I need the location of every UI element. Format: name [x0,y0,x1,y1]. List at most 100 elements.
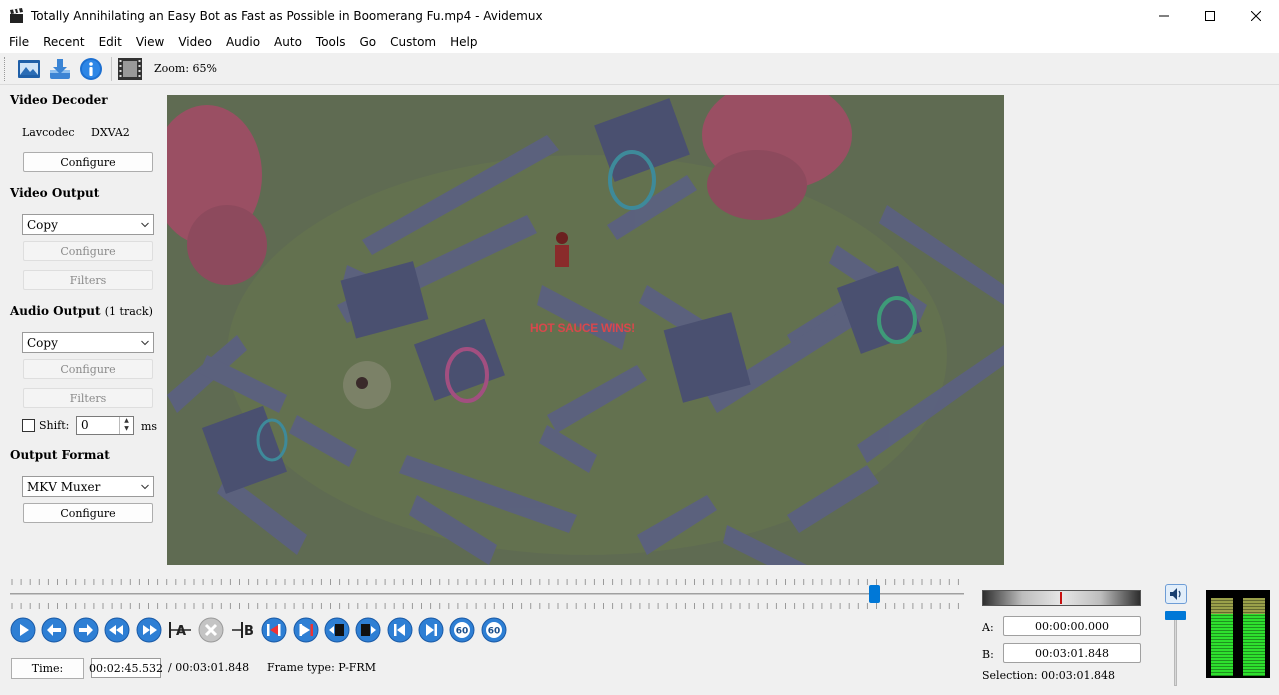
video-filters-button[interactable]: Filters [23,270,153,290]
total-time: / 00:03:01.848 [168,661,250,674]
chevron-down-icon [141,340,149,346]
timeline-ticks-top [11,579,959,585]
minimize-button[interactable] [1141,0,1187,31]
menu-recent[interactable]: Recent [36,31,91,53]
output-format-select[interactable]: MKV Muxer [22,476,154,497]
forward-60-label: 60 [488,627,501,637]
forward-60-seconds-button[interactable]: 60 [481,617,507,643]
chevron-down-icon [141,484,149,490]
decoder-configure-button[interactable]: Configure [23,152,153,172]
set-marker-a-button[interactable]: A [167,617,193,643]
back-60-seconds-button[interactable]: 60 [449,617,475,643]
time-button[interactable]: Time: [11,658,84,679]
go-to-first-frame-icon [387,617,413,643]
delete-selection-icon [198,617,224,643]
maximize-button[interactable] [1187,0,1233,31]
open-video-button[interactable] [16,56,42,82]
video-configure-button[interactable]: Configure [23,241,153,261]
set-marker-b-icon: B [231,622,254,639]
marker-b-field[interactable]: 00:03:01.848 [1003,643,1141,663]
previous-keyframe-button[interactable] [104,617,130,643]
go-to-first-frame-button[interactable] [387,617,413,643]
output-format-selected: MKV Muxer [27,479,101,494]
shift-spinbox[interactable]: 0 ▲ ▼ [76,416,134,435]
audio-track-count: (1 track) [104,305,153,318]
close-button[interactable] [1233,0,1279,31]
right-channel-meter [1243,598,1265,676]
marker-a-label: A: [982,621,994,634]
video-output-title: Video Output [10,186,100,200]
title-bar: Totally Annihilating an Easy Bot as Fast… [0,0,1279,31]
menu-custom[interactable]: Custom [383,31,443,53]
frame-filmstrip-icon [118,57,142,80]
set-marker-b-button[interactable]: B [230,617,256,643]
audio-output-select[interactable]: Copy [22,332,154,353]
toolbar-separator [111,56,112,81]
frame-filmstrip-button[interactable] [117,56,143,82]
menu-audio[interactable]: Audio [219,31,267,53]
back-60-label: 60 [456,627,469,637]
back-60-seconds-icon: 60 [449,617,475,643]
go-to-marker-a-button[interactable] [261,617,287,643]
audio-output-title: Audio Output (1 track) [10,304,153,318]
menu-video[interactable]: Video [171,31,219,53]
play-button[interactable] [10,617,36,643]
volume-button[interactable] [1165,584,1187,604]
decoder-hw: DXVA2 [91,126,130,139]
go-to-marker-b-button[interactable] [293,617,319,643]
previous-frame-button[interactable] [41,617,67,643]
left-panel: Video Decoder Lavcodec DXVA2 Configure V… [0,86,162,566]
previous-black-frame-button[interactable] [324,617,350,643]
next-frame-button[interactable] [73,617,99,643]
next-black-frame-icon [355,617,381,643]
next-keyframe-icon [136,617,162,643]
video-output-select[interactable]: Copy [22,214,154,235]
volume-slider-track[interactable] [1174,613,1177,686]
menu-file[interactable]: File [2,31,36,53]
timeline-ticks-bottom [11,603,959,609]
next-black-frame-button[interactable] [355,617,381,643]
format-configure-button[interactable]: Configure [23,503,153,523]
next-keyframe-button[interactable] [136,617,162,643]
toolbar: Zoom: 65% [0,53,1279,85]
volume-slider-thumb[interactable] [1165,611,1186,620]
save-video-button[interactable] [47,56,73,82]
minimize-icon [1159,15,1169,16]
go-to-marker-a-icon [261,617,287,643]
marker-b-letter: B [244,624,254,639]
video-preview[interactable]: HOT SAUCE WINS! [167,95,1004,565]
toolbar-grip[interactable] [4,56,7,81]
menu-edit[interactable]: Edit [92,31,129,53]
menu-tools[interactable]: Tools [309,31,353,53]
menu-auto[interactable]: Auto [267,31,309,53]
menu-help[interactable]: Help [443,31,484,53]
delete-selection-button[interactable] [198,617,224,643]
spin-arrows-icon[interactable]: ▲ ▼ [119,417,133,434]
info-button[interactable] [78,56,104,82]
video-decoder-title: Video Decoder [10,93,108,107]
previous-black-frame-icon [324,617,350,643]
video-overlay-text: HOT SAUCE WINS! [530,321,635,335]
shift-checkbox[interactable] [22,419,35,432]
maximize-icon [1205,10,1215,21]
menu-go[interactable]: Go [352,31,383,53]
previous-keyframe-icon [104,617,130,643]
timeline-track[interactable] [10,593,964,595]
menu-view[interactable]: View [129,31,171,53]
shift-label: Shift: [39,419,70,432]
zoom-label: Zoom: 65% [154,62,217,75]
marker-a-letter: A [176,624,186,639]
timeline-slider-thumb[interactable] [869,585,881,603]
marker-a-field[interactable]: 00:00:00.000 [1003,616,1141,636]
selection-summary: Selection: 00:03:01.848 [982,669,1115,682]
audio-filters-button[interactable]: Filters [23,388,153,408]
left-channel-meter [1211,598,1233,676]
go-to-last-frame-button[interactable] [418,617,444,643]
chevron-down-icon [141,222,149,228]
play-icon [10,617,36,643]
current-time-field[interactable]: 00:02:45.532 [89,658,163,678]
selection-bar[interactable] [982,590,1141,606]
forward-60-seconds-icon: 60 [481,617,507,643]
audio-configure-button[interactable]: Configure [23,359,153,379]
audio-output-selected: Copy [27,335,58,350]
